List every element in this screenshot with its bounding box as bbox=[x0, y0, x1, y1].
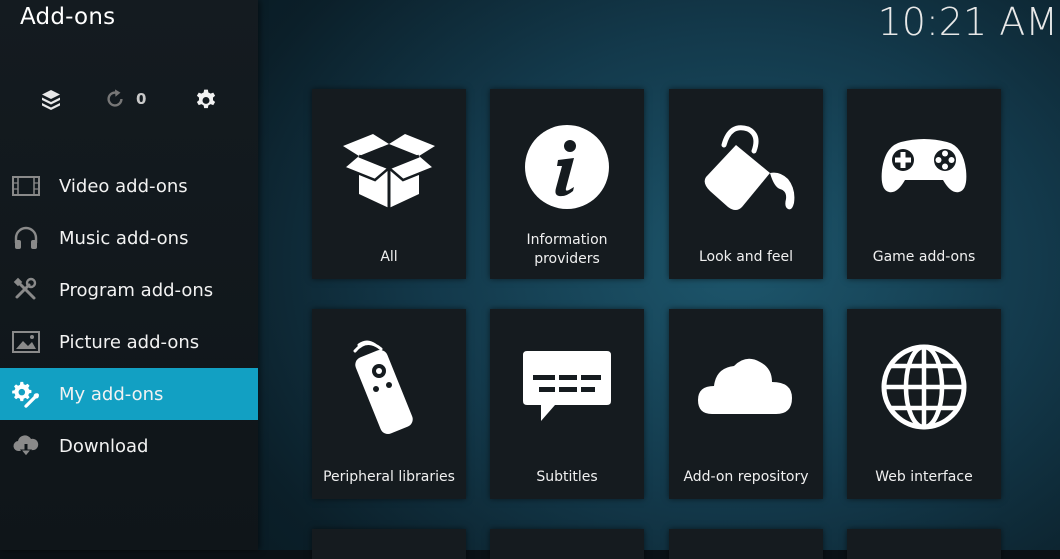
info-icon bbox=[490, 117, 644, 217]
remote-control-icon bbox=[312, 337, 466, 437]
gear-icon bbox=[196, 89, 216, 109]
sidebar-item-label: Download bbox=[59, 435, 149, 457]
cloud-icon bbox=[669, 337, 823, 437]
refresh-icon bbox=[107, 89, 123, 107]
quick-actions: 0 bbox=[0, 88, 258, 118]
tools-icon bbox=[12, 276, 40, 304]
tile-web-interface[interactable]: Web interface bbox=[847, 309, 1001, 499]
sidebar-item-music-addons[interactable]: Music add-ons bbox=[0, 212, 258, 264]
update-count: 0 bbox=[136, 90, 147, 108]
sidebar-item-video-addons[interactable]: Video add-ons bbox=[0, 160, 258, 212]
settings-button[interactable] bbox=[193, 88, 219, 114]
tile-label: Web interface bbox=[875, 469, 973, 485]
gears-icon bbox=[12, 380, 40, 408]
page-title: Add-ons bbox=[20, 4, 116, 30]
tile-partial[interactable] bbox=[312, 529, 466, 559]
tile-subtitles[interactable]: Subtitles bbox=[490, 309, 644, 499]
headphones-icon bbox=[12, 224, 40, 252]
install-from-zip-button[interactable] bbox=[39, 88, 63, 112]
tile-peripheral-libraries[interactable]: Peripheral libraries bbox=[312, 309, 466, 499]
sidebar-item-picture-addons[interactable]: Picture add-ons bbox=[0, 316, 258, 368]
cloud-download-icon bbox=[12, 432, 40, 460]
gamepad-icon bbox=[847, 117, 1001, 217]
tile-addon-repository[interactable]: Add-on repository bbox=[669, 309, 823, 499]
sidebar-menu: Video add-ons Music add-ons Program add-… bbox=[0, 160, 258, 472]
subtitles-icon bbox=[490, 337, 644, 437]
check-updates-button[interactable]: 0 bbox=[104, 88, 146, 110]
tile-game-addons[interactable]: Game add-ons bbox=[847, 89, 1001, 279]
open-box-icon bbox=[312, 117, 466, 217]
tile-partial[interactable] bbox=[669, 529, 823, 559]
tile-label: All bbox=[380, 249, 398, 265]
sidebar-item-label: Program add-ons bbox=[59, 279, 214, 301]
tile-label: Game add-ons bbox=[872, 249, 976, 265]
sidebar-item-label: Picture add-ons bbox=[59, 331, 200, 353]
tile-label: Peripheral libraries bbox=[323, 469, 455, 485]
sidebar: Add-ons 0 Video add-ons Music add-ons Pr… bbox=[0, 0, 258, 550]
sidebar-item-program-addons[interactable]: Program add-ons bbox=[0, 264, 258, 316]
clock: 10:21 AM bbox=[877, 0, 1058, 44]
tile-label: Add-on repository bbox=[683, 469, 809, 485]
film-icon bbox=[12, 172, 40, 200]
sidebar-item-label: Video add-ons bbox=[59, 175, 188, 197]
tile-partial[interactable] bbox=[847, 529, 1001, 559]
sidebar-item-my-addons[interactable]: My add-ons bbox=[0, 368, 258, 420]
dropbox-icon bbox=[42, 90, 60, 110]
sidebar-item-label: Music add-ons bbox=[59, 227, 189, 249]
tile-information-providers[interactable]: Information providers bbox=[490, 89, 644, 279]
paint-bucket-icon bbox=[669, 117, 823, 217]
tile-label: Information providers bbox=[526, 232, 608, 267]
tile-partial[interactable] bbox=[490, 529, 644, 559]
tile-look-and-feel[interactable]: Look and feel bbox=[669, 89, 823, 279]
picture-icon bbox=[12, 328, 40, 356]
tile-all[interactable]: All bbox=[312, 89, 466, 279]
tile-label: Look and feel bbox=[698, 249, 794, 265]
sidebar-item-label: My add-ons bbox=[59, 383, 164, 405]
tile-label: Subtitles bbox=[536, 469, 598, 485]
globe-icon bbox=[847, 337, 1001, 437]
sidebar-item-download[interactable]: Download bbox=[0, 420, 258, 472]
